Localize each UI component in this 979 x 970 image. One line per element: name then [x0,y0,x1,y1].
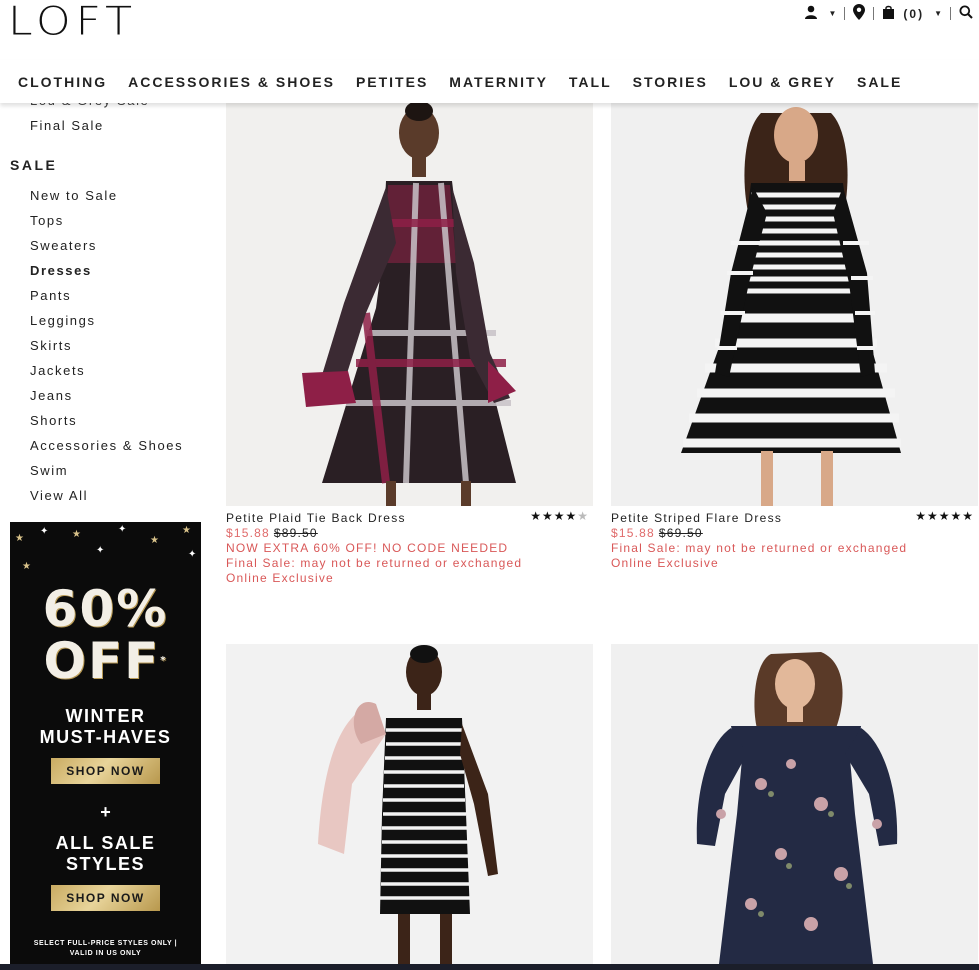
product-image[interactable] [611,644,978,964]
promo-title-styles: STYLES [65,854,145,874]
promo-note: NOW EXTRA 60% OFF! NO CODE NEEDED [226,541,509,555]
sidebar-item-shorts[interactable]: Shorts [30,413,77,428]
star-decoration-icon: ★ [22,561,31,572]
sidebar-item-pants[interactable]: Pants [30,288,71,303]
final-sale-note: Final Sale: may not be returned or excha… [611,541,908,555]
sidebar-item-swim[interactable]: Swim [30,463,68,478]
promo-title-all-sale: ALL SALE [55,833,156,853]
nav-tall[interactable]: TALL [569,74,612,90]
star-decoration-icon: ✦ [118,524,127,535]
star-decoration-icon: ★ [15,533,24,544]
nav-accessories-shoes[interactable]: ACCESSORIES & SHOES [128,74,335,90]
main-navigation: CLOTHING ACCESSORIES & SHOES PETITES MAT… [0,60,979,103]
sidebar-item-jackets[interactable]: Jackets [30,363,85,378]
sidebar-item-tops[interactable]: Tops [30,213,64,228]
shopping-bag-icon[interactable] [882,5,895,22]
shop-now-button[interactable]: SHOP NOW [51,885,160,911]
promo-plus: + [100,802,111,822]
product-name[interactable]: Petite Plaid Tie Back Dress [226,511,406,525]
promo-title-winter: WINTER [65,706,146,726]
online-exclusive-note: Online Exclusive [226,571,334,585]
bottom-bar [0,964,979,970]
nav-lou-grey[interactable]: LOU & GREY [729,74,836,90]
promo-banner[interactable]: ★ ✦ ★ ✦ ★ ★ ✦ ★ ✦ 60% OFF* WINTER MUST-H… [10,522,201,968]
sidebar-item-view-all[interactable]: View All [30,488,88,503]
sidebar-item-jeans[interactable]: Jeans [30,388,73,403]
nav-petites[interactable]: PETITES [356,74,428,90]
star-decoration-icon: ★ [182,525,191,536]
sidebar-item-dresses[interactable]: Dresses [30,263,92,278]
nav-stories[interactable]: STORIES [633,74,708,90]
final-sale-note: Final Sale: may not be returned or excha… [226,556,523,570]
star-decoration-icon: ★ [150,535,159,546]
cart-count[interactable]: (0) [903,7,924,21]
star-decoration-icon: ★ [72,529,81,540]
online-exclusive-note: Online Exclusive [611,556,719,570]
cart-dropdown-icon[interactable]: ▼ [934,9,942,18]
star-decoration-icon: ✦ [188,549,197,560]
sidebar-item-leggings[interactable]: Leggings [30,313,96,328]
nav-clothing[interactable]: CLOTHING [18,74,107,90]
promo-off: OFF* [43,632,168,690]
product-price: $15.88 $69.50 [611,526,703,540]
product-price: $15.88 $89.50 [226,526,318,540]
promo-percent: 60% [42,580,169,638]
sidebar-item-final-sale[interactable]: Final Sale [30,118,104,133]
header-utilities: ▼ (0) ▼ [804,4,973,23]
product-image[interactable] [226,644,593,964]
rating-stars: ★★★★★ [915,509,974,523]
search-icon[interactable] [959,5,973,22]
nav-sale[interactable]: SALE [857,74,902,90]
loft-logo[interactable]: LOFT [8,2,137,42]
product-name[interactable]: Petite Striped Flare Dress [611,511,782,525]
sidebar-heading-sale: SALE [10,157,58,173]
user-icon[interactable] [804,5,818,22]
promo-fine-print: SELECT FULL-PRICE STYLES ONLY | VALID IN… [33,940,178,957]
rating-stars: ★★★★★ [530,509,589,523]
nav-maternity[interactable]: MATERNITY [449,74,548,90]
location-pin-icon[interactable] [853,4,866,23]
sidebar-item-sweaters[interactable]: Sweaters [30,238,97,253]
product-image[interactable] [611,103,978,506]
sidebar-item-skirts[interactable]: Skirts [30,338,72,353]
product-image[interactable] [226,103,593,506]
sidebar-item-new-to-sale[interactable]: New to Sale [30,188,118,203]
star-decoration-icon: ✦ [96,545,105,556]
promo-title-must-haves: MUST-HAVES [39,727,172,747]
account-dropdown-icon[interactable]: ▼ [828,9,836,18]
shop-now-button[interactable]: SHOP NOW [51,758,160,784]
star-decoration-icon: ✦ [40,526,49,537]
sidebar-item-accessories-shoes[interactable]: Accessories & Shoes [30,438,183,453]
